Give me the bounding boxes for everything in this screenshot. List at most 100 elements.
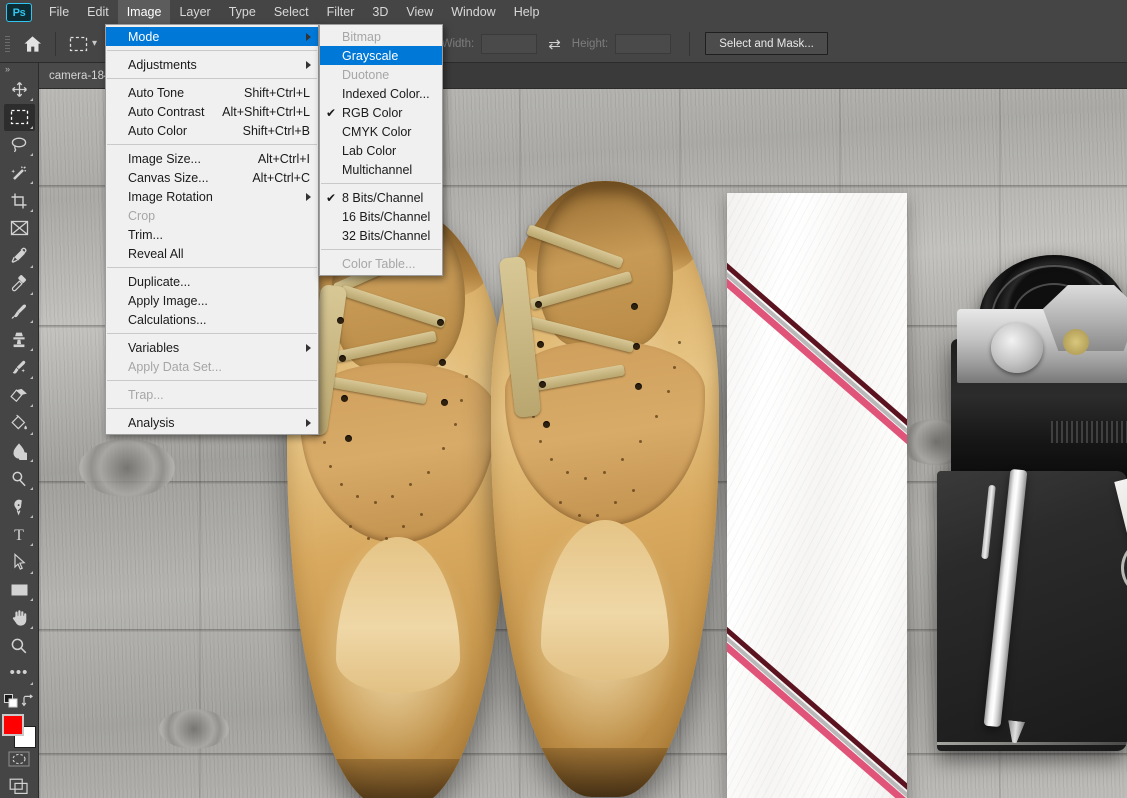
image-menu-item-auto-color[interactable]: Auto Color Shift+Ctrl+B [106, 121, 318, 140]
checkmark-icon: ✔ [326, 190, 337, 205]
menu-separator [107, 333, 317, 334]
image-menu-item-apply-image[interactable]: Apply Image... [106, 291, 318, 310]
lasso-tool[interactable] [4, 132, 35, 159]
menu-layer[interactable]: Layer [170, 0, 219, 25]
image-menu-item-auto-tone[interactable]: Auto Tone Shift+Ctrl+L [106, 83, 318, 102]
swap-arrows-icon[interactable]: ⇄ [544, 35, 565, 53]
tool-preset-picker[interactable]: ▾ [63, 33, 101, 55]
brush-tool[interactable] [4, 298, 35, 325]
menu-item-label: RGB Color [342, 105, 403, 120]
menu-help[interactable]: Help [505, 0, 549, 25]
image-menu-item-trim[interactable]: Trim... [106, 225, 318, 244]
screen-mode-button[interactable] [4, 775, 35, 798]
menu-item-label: Duplicate... [128, 274, 191, 289]
menu-item-shortcut: Alt+Shift+Ctrl+L [222, 104, 310, 119]
menu-image[interactable]: Image [117, 0, 171, 25]
mode-menu-item-rgb-color[interactable]: ✔ RGB Color [320, 103, 442, 122]
eyedropper-tool[interactable] [4, 243, 35, 270]
options-separator [55, 31, 56, 56]
menu-select[interactable]: Select [265, 0, 318, 25]
menu-view[interactable]: View [397, 0, 442, 25]
quick-selection-tool[interactable] [4, 159, 35, 186]
image-menu-item-reveal-all[interactable]: Reveal All [106, 244, 318, 263]
path-selection-tool[interactable] [4, 549, 35, 576]
menu-separator [107, 267, 317, 268]
hand-tool[interactable] [4, 604, 35, 631]
dodge-tool[interactable] [4, 465, 35, 492]
rectangle-tool[interactable] [4, 577, 35, 604]
mode-menu-item-indexed-color[interactable]: Indexed Color... [320, 84, 442, 103]
menu-item-label: Bitmap [342, 29, 381, 44]
mode-menu-item-color-table: Color Table... [320, 254, 442, 273]
submenu-arrow-icon [306, 192, 311, 201]
type-tool[interactable]: T [4, 521, 35, 548]
menu-filter[interactable]: Filter [318, 0, 364, 25]
rectangular-marquee-tool[interactable] [3, 103, 35, 131]
image-menu-item-duplicate[interactable]: Duplicate... [106, 272, 318, 291]
move-icon [11, 81, 27, 97]
mode-menu-item-32-bits-channel[interactable]: 32 Bits/Channel [320, 226, 442, 245]
mode-menu-item-multichannel[interactable]: Multichannel [320, 160, 442, 179]
zoom-tool[interactable] [4, 632, 35, 659]
image-menu-item-canvas-size[interactable]: Canvas Size... Alt+Ctrl+C [106, 168, 318, 187]
image-menu-item-calculations[interactable]: Calculations... [106, 310, 318, 329]
camera-badge [1063, 329, 1089, 355]
submenu-arrow-icon [306, 418, 311, 427]
menu-type[interactable]: Type [220, 0, 265, 25]
menu-item-label: Image Rotation [128, 189, 213, 204]
history-brush-tool[interactable] [4, 354, 35, 381]
camera-film-window [1051, 421, 1127, 443]
brush-icon [11, 304, 27, 319]
menu-item-label: Color Table... [342, 256, 416, 271]
image-menu-item-crop: Crop [106, 206, 318, 225]
hand-icon [12, 610, 27, 626]
default-colors-icon[interactable] [3, 694, 18, 708]
frame-tool[interactable] [4, 215, 35, 242]
menu-separator [321, 183, 441, 184]
mode-menu-item-cmyk-color[interactable]: CMYK Color [320, 122, 442, 141]
move-tool[interactable] [4, 76, 35, 103]
crop-tool[interactable] [4, 187, 35, 214]
mode-menu-item-8-bits-channel[interactable]: ✔ 8 Bits/Channel [320, 188, 442, 207]
mode-menu-item-grayscale[interactable]: Grayscale [320, 46, 442, 65]
mode-menu-item-lab-color[interactable]: Lab Color [320, 141, 442, 160]
image-menu-item-apply-data-set: Apply Data Set... [106, 357, 318, 376]
gradient-tool[interactable] [4, 410, 35, 437]
height-input[interactable] [615, 33, 672, 54]
quick-mask-button[interactable] [4, 747, 35, 770]
swap-colors-icon[interactable] [21, 694, 35, 708]
image-menu-item-variables[interactable]: Variables [106, 338, 318, 357]
spot-healing-brush-tool[interactable] [4, 271, 35, 298]
menu-separator [107, 144, 317, 145]
camera-shutter-dial [991, 323, 1043, 373]
menu-item-label: Auto Contrast [128, 104, 205, 119]
edit-toolbar-button[interactable]: ••• [4, 660, 35, 687]
clone-stamp-tool[interactable] [4, 326, 35, 353]
menu-window[interactable]: Window [442, 0, 504, 25]
menu-item-label: Image Size... [128, 151, 201, 166]
menu-item-shortcut: Alt+Ctrl+I [257, 151, 310, 166]
menu-separator [321, 249, 441, 250]
foreground-color-swatch[interactable] [2, 713, 24, 736]
home-button[interactable] [16, 28, 48, 60]
document-tab-label: camera-184 [49, 69, 111, 82]
options-bar-grip[interactable] [4, 32, 13, 55]
image-menu-item-adjustments[interactable]: Adjustments [106, 55, 318, 74]
image-menu-item-image-size[interactable]: Image Size... Alt+Ctrl+I [106, 149, 318, 168]
blur-droplet-icon [13, 443, 27, 460]
image-menu-item-image-rotation[interactable]: Image Rotation [106, 187, 318, 206]
blur-tool[interactable] [4, 438, 35, 465]
menu-file[interactable]: File [40, 0, 78, 25]
menu-3d[interactable]: 3D [363, 0, 397, 25]
mode-menu-item-16-bits-channel[interactable]: 16 Bits/Channel [320, 207, 442, 226]
menu-edit[interactable]: Edit [78, 0, 118, 25]
pen-tool[interactable] [4, 493, 35, 520]
image-menu-item-analysis[interactable]: Analysis [106, 413, 318, 432]
eraser-tool[interactable] [4, 382, 35, 409]
select-and-mask-button[interactable]: Select and Mask... [705, 32, 828, 55]
menu-item-label: Canvas Size... [128, 170, 209, 185]
image-menu-item-mode[interactable]: Mode [106, 27, 318, 46]
width-input[interactable] [481, 33, 538, 54]
toolbar-collapse-handle[interactable]: » [0, 63, 38, 76]
image-menu-item-auto-contrast[interactable]: Auto Contrast Alt+Shift+Ctrl+L [106, 102, 318, 121]
